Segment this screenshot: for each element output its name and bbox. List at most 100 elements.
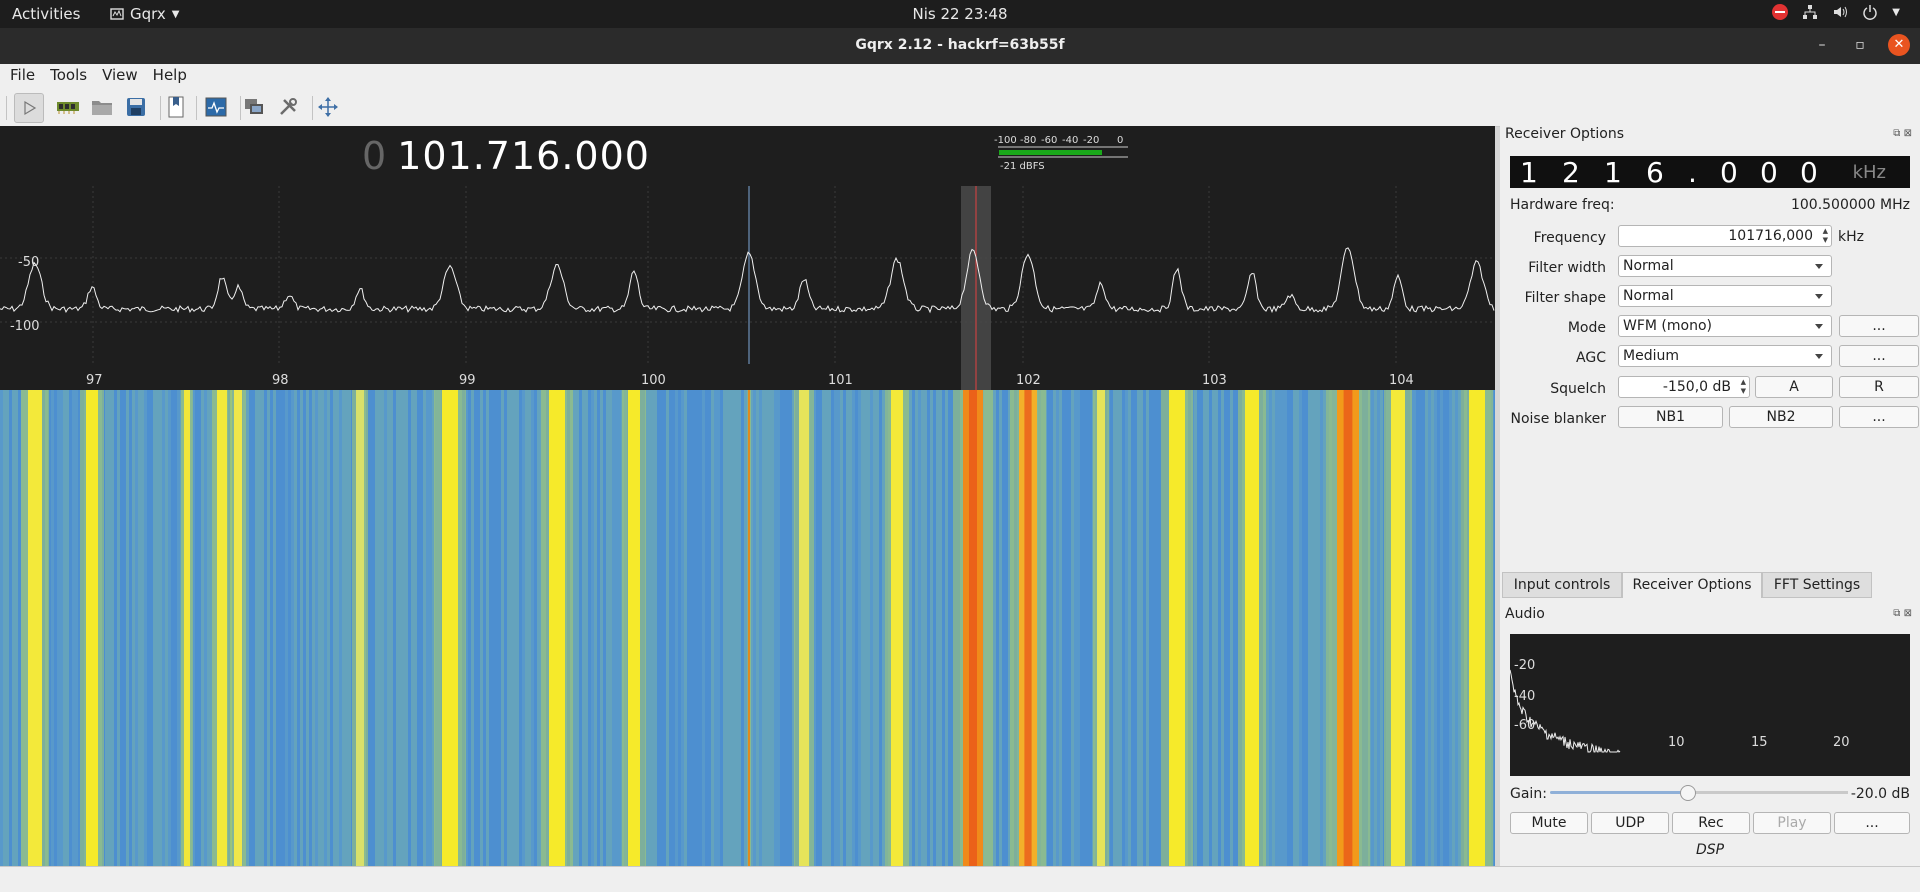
waterfall-column: [303, 390, 306, 866]
waterfall-column: [918, 390, 921, 866]
mute-button[interactable]: Mute: [1510, 812, 1588, 834]
waterfall-column: [255, 390, 258, 866]
remote-control-button[interactable]: [240, 93, 268, 121]
lcd-digit[interactable]: 1: [1520, 156, 1538, 189]
waterfall-column: [651, 390, 654, 866]
tab-fft-settings[interactable]: FFT Settings: [1762, 572, 1872, 598]
waterfall-column: [1278, 390, 1281, 866]
waterfall-column: [1140, 390, 1143, 866]
activities-button[interactable]: Activities: [12, 5, 80, 23]
close-icon[interactable]: ✕: [1888, 34, 1910, 56]
udp-button[interactable]: UDP: [1591, 812, 1669, 834]
save-settings-button[interactable]: [122, 93, 150, 121]
filter-width-select[interactable]: Normal: [1618, 255, 1832, 277]
maximize-icon[interactable]: ▫: [1850, 37, 1870, 53]
io-devices-button[interactable]: [54, 93, 82, 121]
lcd-digit[interactable]: 0: [1760, 156, 1778, 189]
lcd-digit[interactable]: 6: [1646, 156, 1664, 189]
system-tray[interactable]: ▼: [1772, 4, 1900, 20]
waterfall-column: [1458, 390, 1461, 866]
audio-dock-float-close-icons[interactable]: ⧉ ⊠: [1893, 608, 1912, 619]
squelch-input[interactable]: -150,0 dB: [1618, 376, 1750, 398]
audio-fft-plot[interactable]: -20 -40 -60 10 15 20: [1510, 634, 1910, 776]
play-button[interactable]: Play: [1753, 812, 1831, 834]
waterfall-column: [489, 390, 492, 866]
waterfall-column: [612, 390, 615, 866]
waterfall-column: [1296, 390, 1299, 866]
squelch-auto-button[interactable]: A: [1755, 376, 1833, 398]
power-icon[interactable]: [1862, 4, 1878, 20]
agc-options-button[interactable]: ...: [1839, 345, 1919, 367]
mode-options-button[interactable]: ...: [1839, 315, 1919, 337]
minimize-icon[interactable]: –: [1812, 37, 1832, 53]
waterfall-column: [495, 390, 498, 866]
filter-shape-select[interactable]: Normal: [1618, 285, 1832, 307]
waterfall-column: [1269, 390, 1272, 866]
toolbar-separator: [6, 96, 7, 120]
network-icon[interactable]: [1802, 4, 1818, 20]
waterfall-column: [936, 390, 939, 866]
dxcluster-button[interactable]: [202, 93, 230, 121]
frequency-input[interactable]: 101716,000: [1618, 225, 1832, 247]
mode-label: Mode: [1567, 320, 1606, 336]
spectrum-display[interactable]: 0 101.716.000 -100 -80 -60 -40 -20 0 -21 …: [0, 126, 1495, 866]
gain-slider[interactable]: [1550, 785, 1848, 801]
volume-icon[interactable]: [1832, 4, 1848, 20]
waterfall-signal-stripe: [234, 390, 242, 866]
lnb-frequency-display[interactable]: 1 2 1 6 . 0 0 0 kHz: [1510, 156, 1910, 189]
waterfall-column: [1305, 390, 1308, 866]
waterfall-column: [378, 390, 381, 866]
lcd-digit[interactable]: 2: [1562, 156, 1580, 189]
waterfall-column: [600, 390, 603, 866]
menu-help[interactable]: Help: [143, 64, 192, 88]
system-menu-chevron-icon[interactable]: ▼: [1892, 7, 1900, 18]
lcd-digit[interactable]: 0: [1720, 156, 1738, 189]
frequency-label: Frequency: [1533, 230, 1606, 246]
menu-tools[interactable]: Tools: [40, 64, 92, 88]
start-dsp-button[interactable]: [14, 93, 44, 123]
waterfall-column: [132, 390, 135, 866]
frequency-digits[interactable]: 101.716.000: [397, 134, 650, 178]
waterfall-display[interactable]: [0, 390, 1495, 866]
lcd-digit[interactable]: 1: [1604, 156, 1622, 189]
mode-select[interactable]: WFM (mono): [1618, 315, 1832, 337]
frequency-display[interactable]: 0 101.716.000: [362, 134, 650, 178]
waterfall-column: [1287, 390, 1290, 866]
squelch-reset-button[interactable]: R: [1839, 376, 1919, 398]
waterfall-column: [753, 390, 756, 866]
record-button[interactable]: Rec: [1672, 812, 1750, 834]
waterfall-column: [174, 390, 177, 866]
nb2-button[interactable]: NB2: [1729, 406, 1833, 428]
waterfall-column: [426, 390, 429, 866]
waterfall-column: [615, 390, 618, 866]
noise-blanker-options-button[interactable]: ...: [1839, 406, 1919, 428]
bookmarks-button[interactable]: [162, 93, 190, 121]
lcd-digit[interactable]: 0: [1800, 156, 1818, 189]
do-not-disturb-icon[interactable]: [1772, 4, 1789, 20]
auto-range-button[interactable]: [314, 93, 342, 121]
tools-button[interactable]: [274, 93, 302, 121]
nb1-button[interactable]: NB1: [1618, 406, 1723, 428]
dock-float-close-icons[interactable]: ⧉ ⊠: [1893, 128, 1912, 139]
folder-icon: [92, 101, 112, 115]
app-menu[interactable]: Gqrx ▼: [110, 5, 180, 23]
waterfall-column: [939, 390, 942, 866]
agc-select[interactable]: Medium: [1618, 345, 1832, 367]
clock[interactable]: Nis 22 23:48: [0, 5, 1920, 23]
menu-file[interactable]: File: [0, 64, 40, 88]
window-title: Gqrx 2.12 - hackrf=63b55f: [855, 37, 1065, 53]
tab-input-controls[interactable]: Input controls: [1502, 572, 1622, 598]
waterfall-column: [1272, 390, 1275, 866]
tab-receiver-options[interactable]: Receiver Options: [1622, 572, 1762, 598]
waterfall-column: [609, 390, 612, 866]
gain-slider-handle[interactable]: [1680, 785, 1696, 801]
waterfall-column: [246, 390, 249, 866]
frequency-row: Frequency 101716,000 kHz: [1510, 225, 1910, 251]
window-title-bar[interactable]: Gqrx 2.12 - hackrf=63b55f – ▫ ✕: [0, 28, 1920, 64]
waterfall-column: [1056, 390, 1059, 866]
waterfall-column: [1443, 390, 1446, 866]
menu-view[interactable]: View: [92, 64, 143, 88]
waterfall-column: [1218, 390, 1221, 866]
open-file-button[interactable]: [88, 93, 116, 121]
audio-options-button[interactable]: ...: [1834, 812, 1910, 834]
